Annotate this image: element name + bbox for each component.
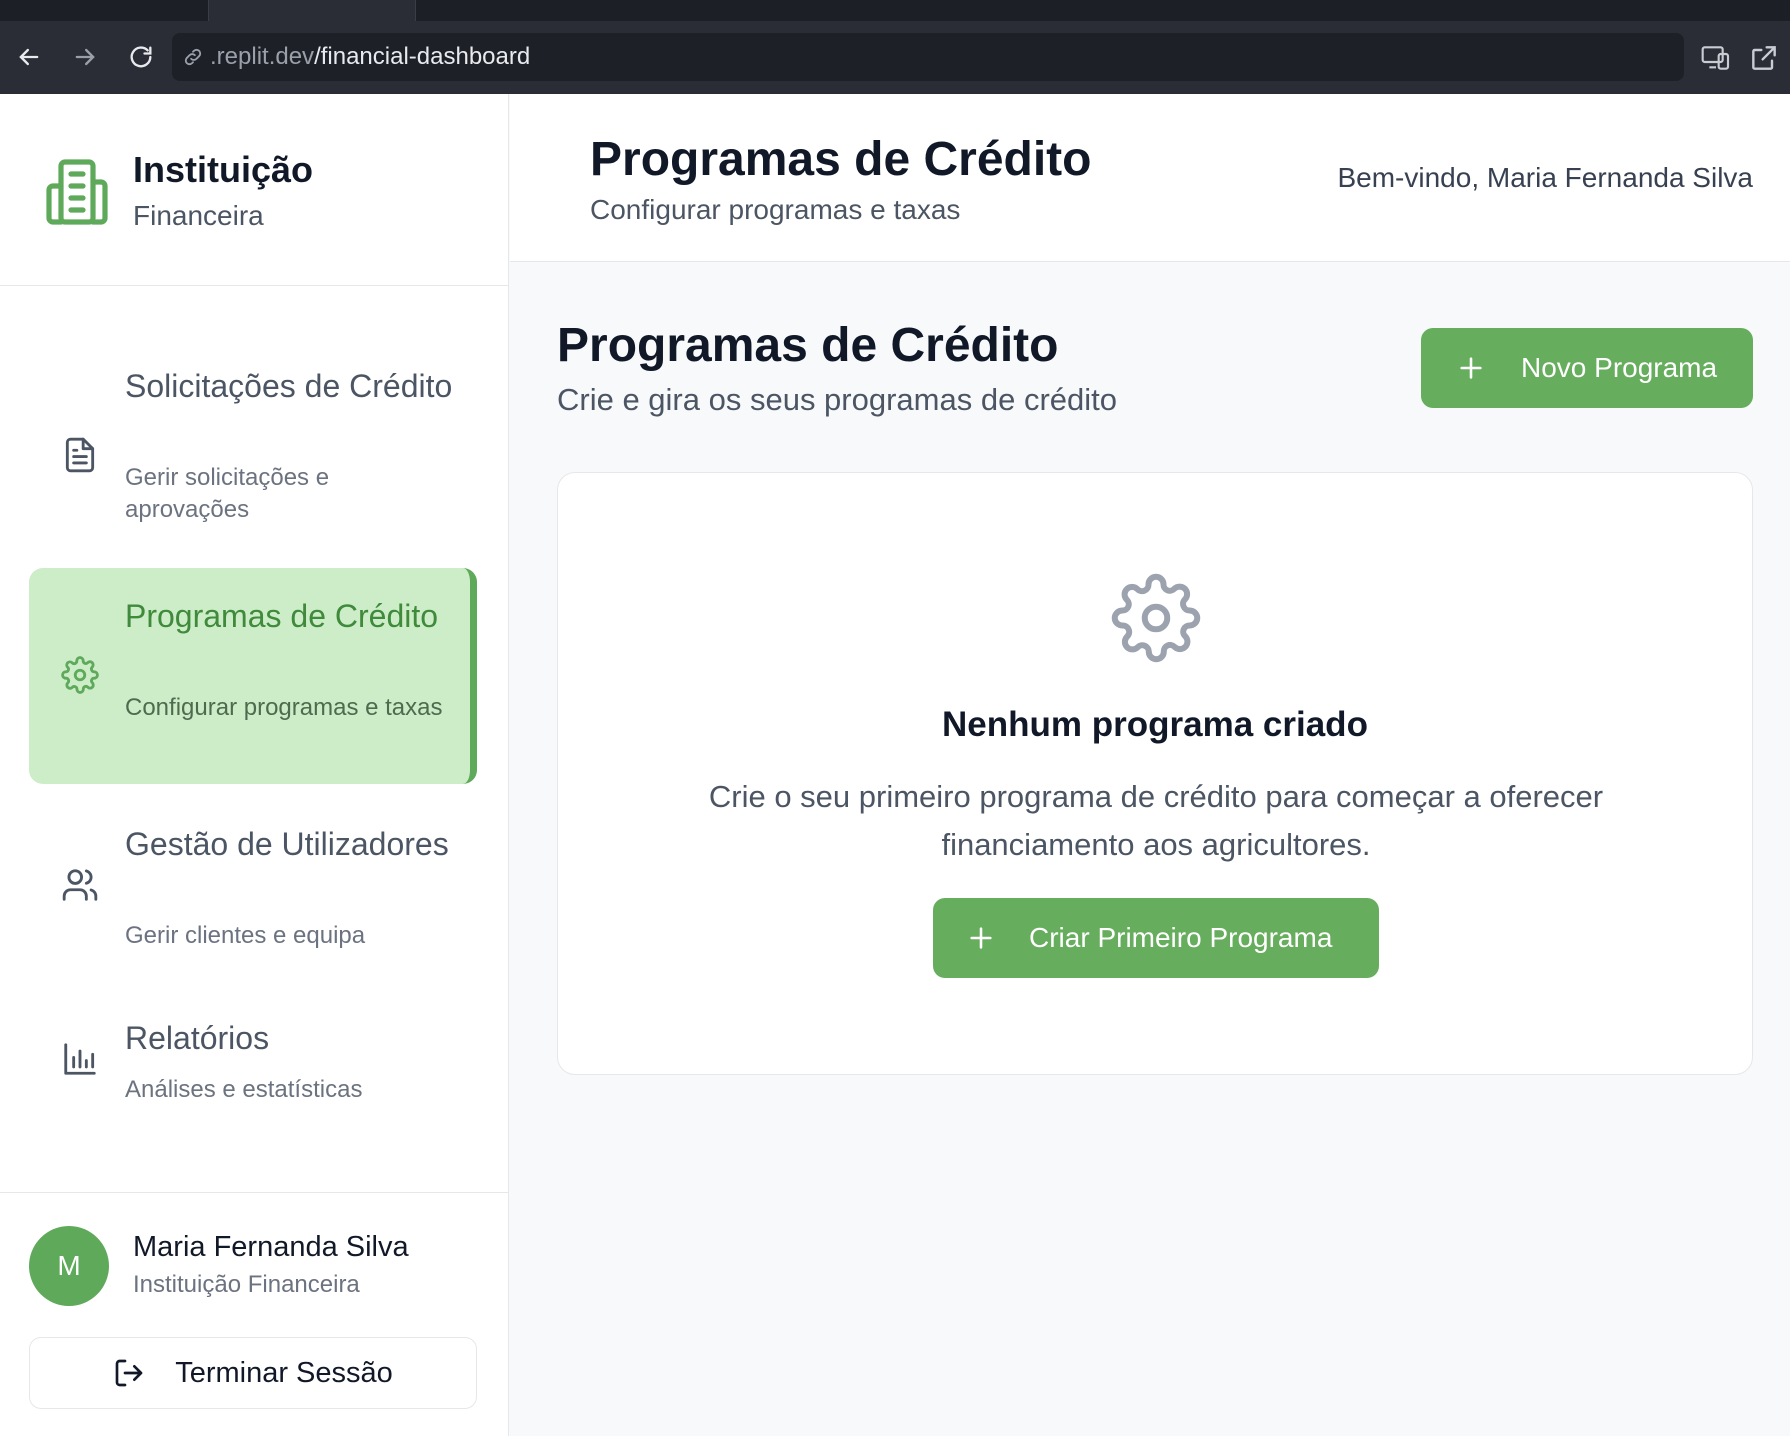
page-title: Programas de Crédito bbox=[590, 133, 1092, 186]
sidebar: Instituição Financeira Solicitações de C… bbox=[0, 94, 509, 1436]
reload-icon[interactable] bbox=[126, 42, 156, 72]
page-subtitle: Configurar programas e taxas bbox=[590, 194, 961, 225]
building-icon bbox=[46, 159, 108, 225]
browser-toolbar: .replit.dev/financial-dashboard bbox=[0, 21, 1790, 94]
section-subtitle: Crie e gira os seus programas de crédito bbox=[557, 382, 1117, 417]
create-first-program-label: Criar Primeiro Programa bbox=[1029, 922, 1333, 953]
users-icon bbox=[62, 869, 98, 901]
section-title: Programas de Crédito bbox=[557, 319, 1059, 372]
welcome-message: Bem-vindo, Maria Fernanda Silva bbox=[1337, 162, 1753, 193]
gear-icon bbox=[61, 656, 99, 694]
url-path: /financial-dashboard bbox=[314, 43, 531, 70]
plus-icon bbox=[970, 927, 992, 949]
user-section: M Maria Fernanda Silva Instituição Finan… bbox=[0, 1192, 509, 1436]
logout-button[interactable]: Terminar Sessão bbox=[29, 1337, 477, 1409]
empty-state-title: Nenhum programa criado bbox=[942, 705, 1368, 744]
url-host: .replit.dev bbox=[210, 43, 315, 70]
file-text-icon bbox=[65, 437, 95, 473]
browser-tab[interactable] bbox=[208, 0, 416, 21]
brand: Instituição Financeira bbox=[0, 94, 508, 286]
sidebar-item-reports[interactable]: Relatórios Análises e estatísticas bbox=[29, 1000, 477, 1130]
sidebar-item-label: Gestão de Utilizadores bbox=[125, 826, 449, 862]
logout-icon bbox=[115, 1359, 143, 1387]
sidebar-item-user-management[interactable]: Gestão de Utilizadores Gerir clientes e … bbox=[29, 800, 477, 982]
devices-icon[interactable] bbox=[1700, 42, 1732, 74]
browser-tabstrip bbox=[0, 0, 1790, 21]
forward-icon[interactable] bbox=[70, 42, 100, 72]
open-external-icon[interactable] bbox=[1748, 42, 1780, 74]
sidebar-item-label: Solicitações de Crédito bbox=[125, 368, 453, 404]
new-program-label: Novo Programa bbox=[1521, 352, 1718, 383]
sidebar-item-label: Programas de Crédito bbox=[125, 598, 439, 634]
sidebar-item-description: Configurar programas e taxas bbox=[125, 694, 443, 721]
page-header: Programas de Crédito Configurar programa… bbox=[510, 94, 1790, 262]
address-bar[interactable]: .replit.dev/financial-dashboard bbox=[172, 33, 1684, 81]
sidebar-item-credit-programs[interactable]: Programas de Crédito Configurar programa… bbox=[29, 568, 477, 784]
sidebar-item-credit-requests[interactable]: Solicitações de Crédito Gerir solicitaçõ… bbox=[29, 348, 477, 548]
plus-icon bbox=[1460, 357, 1482, 379]
back-icon[interactable] bbox=[14, 42, 44, 72]
brand-subtitle: Financeira bbox=[133, 200, 264, 231]
logout-label: Terminar Sessão bbox=[175, 1356, 393, 1389]
avatar: M bbox=[29, 1226, 109, 1306]
new-program-button[interactable]: Novo Programa bbox=[1421, 328, 1753, 408]
user-name: Maria Fernanda Silva bbox=[133, 1231, 409, 1263]
empty-state-card: Nenhum programa criado Crie o seu primei… bbox=[557, 472, 1753, 1075]
sidebar-item-description: Gerir solicitações e aprovações bbox=[125, 464, 330, 523]
user-role: Instituição Financeira bbox=[133, 1271, 360, 1298]
sidebar-item-label: Relatórios bbox=[125, 1020, 270, 1056]
gear-icon bbox=[1111, 573, 1201, 663]
brand-title: Instituição bbox=[133, 149, 314, 190]
sidebar-item-description: Gerir clientes e equipa bbox=[125, 922, 366, 949]
bar-chart-icon bbox=[64, 1043, 96, 1075]
sidebar-item-description: Análises e estatísticas bbox=[125, 1076, 363, 1103]
create-first-program-button[interactable]: Criar Primeiro Programa bbox=[933, 898, 1379, 978]
link-icon bbox=[184, 48, 202, 66]
empty-state-text: Crie o seu primeiro programa de crédito … bbox=[708, 779, 1604, 862]
